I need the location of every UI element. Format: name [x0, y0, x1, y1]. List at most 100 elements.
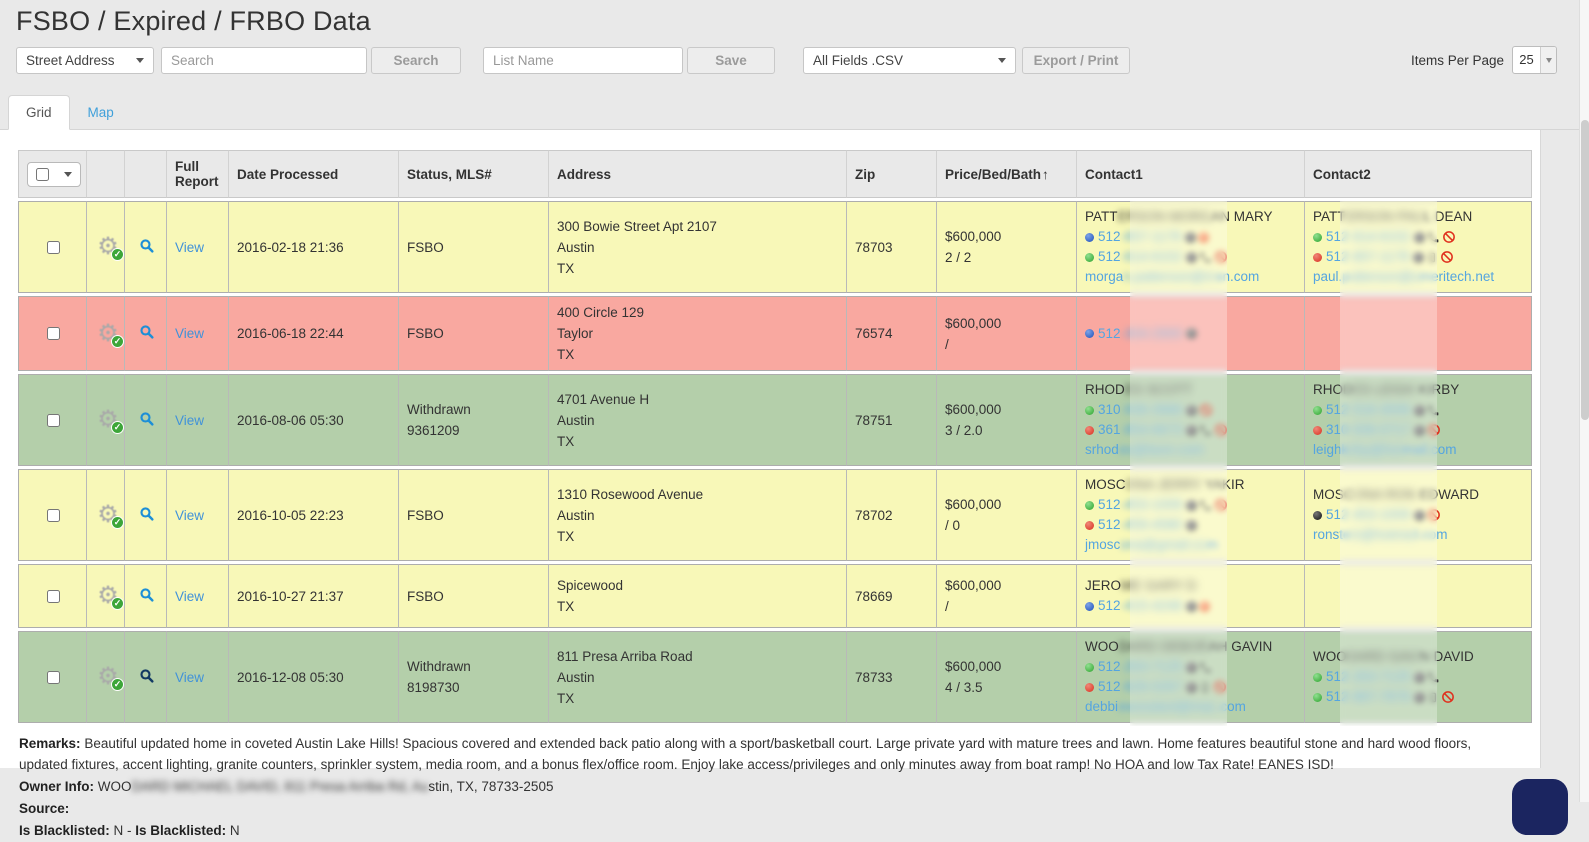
- gear-icon[interactable]: ⚙✓: [95, 321, 121, 347]
- view-report-link[interactable]: View: [175, 589, 204, 604]
- search-input[interactable]: [161, 47, 367, 74]
- phone-number-link[interactable]: 512-614-6152: [1098, 247, 1182, 267]
- contact-email-link[interactable]: jmoscona@gmail.com: [1085, 535, 1296, 555]
- export-format-select[interactable]: All Fields .CSV: [803, 47, 1016, 74]
- list-name-input[interactable]: [483, 47, 683, 74]
- price-value: $600,000: [945, 575, 1068, 596]
- phone-number-link[interactable]: 512-263-7125: [1326, 667, 1410, 687]
- tab-map[interactable]: Map: [70, 95, 132, 130]
- contact-email-link[interactable]: ronstein@hotmail.com: [1313, 525, 1523, 545]
- search-button[interactable]: Search: [371, 47, 461, 74]
- contact-email-link[interactable]: morgan.patterson@msn.com: [1085, 267, 1296, 287]
- gear-icon[interactable]: ⚙✓: [95, 583, 121, 609]
- contact-name: PATTERSON MORGAN MARY: [1085, 207, 1296, 227]
- phone-number-link[interactable]: 512-887-7876: [1326, 687, 1410, 707]
- row-checkbox[interactable]: [47, 590, 60, 603]
- magnifier-icon[interactable]: [139, 506, 155, 522]
- phone-number-link[interactable]: 512-263-7125: [1098, 657, 1182, 677]
- phone-number-link[interactable]: 512-304-2900: [1098, 324, 1182, 344]
- phone-status-dot-icon: [1085, 233, 1094, 242]
- header-contact2[interactable]: Contact2: [1304, 150, 1532, 198]
- magnifier-icon[interactable]: [139, 411, 155, 427]
- header-price-bed-bath[interactable]: Price/Bed/Bath↑: [936, 150, 1076, 198]
- items-per-page-select[interactable]: 25: [1512, 46, 1557, 74]
- contact-email-link[interactable]: leighkirby@hotmail.com: [1313, 440, 1523, 460]
- table-row: ⚙✓View2016-06-18 22:44FSBO400 Circle 129…: [18, 296, 1532, 371]
- row-checkbox[interactable]: [47, 327, 60, 340]
- magnifier-icon[interactable]: [139, 238, 155, 254]
- view-report-link[interactable]: View: [175, 240, 204, 255]
- magnifier-icon[interactable]: [139, 668, 155, 684]
- phone-number-link[interactable]: 512-657-1178: [1326, 247, 1409, 267]
- mobile-phone-icon: [1427, 691, 1439, 704]
- magnifier-icon[interactable]: [139, 324, 155, 340]
- phone-number-link[interactable]: 512-657-1178: [1098, 227, 1181, 247]
- redacted-text: -614-6152: [1349, 229, 1411, 244]
- header-status-mls[interactable]: Status, MLS#: [398, 150, 548, 198]
- status-dot-icon: [1414, 672, 1425, 683]
- row-checkbox[interactable]: [47, 671, 60, 684]
- redacted-text: -854-6673: [1121, 422, 1183, 437]
- view-report-link[interactable]: View: [175, 413, 204, 428]
- select-all-dropdown[interactable]: [27, 162, 81, 187]
- phone-icon: [1199, 424, 1212, 437]
- phone-number-link[interactable]: 512-453-1009: [1326, 505, 1410, 525]
- phone-number-link[interactable]: 512-516-3006: [1326, 400, 1410, 420]
- header-date-processed[interactable]: Date Processed: [228, 150, 398, 198]
- row-checkbox[interactable]: [47, 509, 60, 522]
- contact-phone-line: 512-887-7876: [1313, 687, 1523, 707]
- status-mls-cell: FSBO: [398, 201, 548, 293]
- row-sync-cell: ⚙✓: [86, 201, 124, 293]
- phone-number-link[interactable]: 512-415-4246: [1098, 596, 1182, 616]
- contact-cell: RHODES SCOTT310-936-3966361-854-6673srho…: [1076, 374, 1304, 466]
- address-line: 400 Circle 129: [557, 302, 838, 323]
- row-checkbox[interactable]: [47, 414, 60, 427]
- gear-icon[interactable]: ⚙✓: [95, 234, 121, 260]
- header-zip[interactable]: Zip: [846, 150, 936, 198]
- contact-email-link[interactable]: paul.patterson@ameritech.net: [1313, 267, 1523, 287]
- gear-icon[interactable]: ⚙✓: [95, 502, 121, 528]
- contact-cell: WOODARD DEBORAH GAVIN512-263-7125512-626…: [1076, 631, 1304, 723]
- status-dot-icon: [1186, 682, 1197, 693]
- save-button[interactable]: Save: [687, 47, 775, 74]
- phone-number-link[interactable]: 512-459-4580: [1098, 515, 1182, 535]
- view-report-link[interactable]: View: [175, 508, 204, 523]
- contact-email-link[interactable]: srhodes@lwon.com: [1085, 440, 1296, 460]
- gear-icon[interactable]: ⚙✓: [95, 407, 121, 433]
- full-report-cell: View: [166, 296, 228, 371]
- phone-number-link[interactable]: 512-453-1009: [1098, 495, 1182, 515]
- view-report-link[interactable]: View: [175, 326, 204, 341]
- status-dot-icon: [1186, 601, 1197, 612]
- view-report-link[interactable]: View: [175, 670, 204, 685]
- date-processed-cell: 2016-12-08 05:30: [228, 631, 398, 723]
- export-print-button[interactable]: Export / Print: [1022, 47, 1130, 74]
- text: 512: [1098, 659, 1121, 674]
- scrollbar[interactable]: [1579, 0, 1589, 802]
- chat-widget-button[interactable]: [1512, 779, 1568, 835]
- header-contact1[interactable]: Contact1: [1076, 150, 1304, 198]
- gear-icon[interactable]: ⚙✓: [95, 664, 121, 690]
- contact-email-link[interactable]: debbiewoodard@mac.com: [1085, 697, 1296, 717]
- phone-number-link[interactable]: 310-936-0717: [1326, 420, 1410, 440]
- phone-icon: [1427, 231, 1440, 244]
- tab-grid[interactable]: Grid: [8, 95, 70, 130]
- redacted-text: irby@hot: [1348, 442, 1402, 457]
- blacklist-label-1: Is Blacklisted:: [19, 823, 110, 838]
- search-field-select-value: Street Address: [26, 53, 115, 68]
- scrollbar-thumb[interactable]: [1581, 120, 1589, 420]
- phone-number-link[interactable]: 361-854-6673: [1098, 420, 1182, 440]
- phone-number-link[interactable]: 512-626-0267: [1098, 677, 1182, 697]
- magnifier-icon[interactable]: [139, 587, 155, 603]
- contact-cell: [1304, 564, 1532, 628]
- status-mls-cell: Withdrawn9361209: [398, 374, 548, 466]
- phone-number-link[interactable]: 310-936-3966: [1098, 400, 1182, 420]
- zip-cell: 78751: [846, 374, 936, 466]
- select-all-checkbox[interactable]: [36, 168, 49, 181]
- phone-number-link[interactable]: 512-614-6152: [1326, 227, 1410, 247]
- header-address[interactable]: Address: [548, 150, 846, 198]
- chevron-down-icon: [1540, 47, 1556, 73]
- blacklist-value-1: N -: [110, 823, 136, 838]
- text: 512: [1326, 229, 1349, 244]
- search-field-select[interactable]: Street Address: [16, 47, 154, 74]
- row-checkbox[interactable]: [47, 241, 60, 254]
